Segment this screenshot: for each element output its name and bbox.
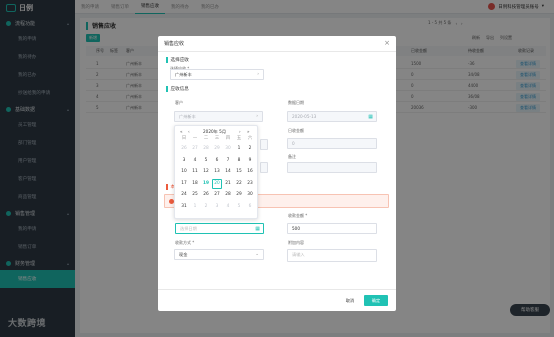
customer-value: 广州新丰 (179, 113, 196, 119)
section-accent (166, 86, 168, 92)
date-cell[interactable]: 24 (179, 190, 189, 200)
section-accent (166, 184, 168, 190)
date-cell[interactable]: 16 (245, 167, 255, 177)
date-cell[interactable]: 29 (212, 144, 222, 154)
date-cell[interactable]: 4 (223, 202, 233, 212)
date-cell[interactable]: 30 (245, 190, 255, 200)
date-cell[interactable]: 28 (201, 144, 211, 154)
date-cell[interactable]: 10 (179, 167, 189, 177)
calendar-icon[interactable]: ▦ (255, 226, 260, 232)
section-select-title: 选择应收 (170, 58, 189, 63)
weekday-header: 四 (225, 136, 231, 141)
date-cell[interactable]: 3 (179, 156, 189, 166)
weekday-header: 日 (181, 136, 187, 141)
collect-date-input[interactable]: 选择日期 ▦ (175, 223, 264, 234)
confirm-button[interactable]: 确定 (364, 295, 388, 306)
attach-textarea[interactable]: 请输入 (287, 249, 377, 262)
date-cell[interactable]: 31 (179, 202, 189, 212)
date-label: 数据日期 (288, 100, 304, 105)
method-select[interactable]: 现金 ⌄ (174, 249, 264, 260)
date-cell[interactable]: 29 (234, 190, 244, 200)
date-cell[interactable]: 3 (212, 202, 222, 212)
date-cell[interactable]: 5 (201, 156, 211, 166)
date-cell[interactable]: 20 (212, 178, 222, 189)
close-icon[interactable]: × (384, 39, 390, 47)
date-cell[interactable]: 26 (179, 144, 189, 154)
date-cell[interactable]: 2 (245, 144, 255, 154)
date-cell[interactable]: 27 (212, 190, 222, 200)
dialog-header: 销售应收 (158, 36, 396, 52)
weekday-header: 一 (192, 136, 198, 141)
weekday-header: 五 (236, 136, 242, 141)
date-cell[interactable]: 26 (201, 190, 211, 200)
weekday-header: 二 (203, 136, 209, 141)
weekday-header: 六 (247, 136, 253, 141)
date-cell[interactable]: 30 (223, 144, 233, 154)
collect-date-placeholder: 选择日期 (180, 225, 197, 231)
collect-amount-label: 收款金额 * (288, 213, 308, 218)
attach-placeholder: 请输入 (292, 252, 305, 257)
hidden-field-a (260, 139, 268, 150)
date-cell[interactable]: 14 (223, 167, 233, 177)
date-cell[interactable]: 13 (212, 167, 222, 177)
dialog-footer: 取消 确定 (158, 289, 396, 311)
date-field: 2020-05-13 ▦ (287, 111, 377, 122)
date-cell[interactable]: 6 (212, 156, 222, 166)
customer-label: 客户 (175, 100, 183, 105)
date-cell[interactable]: 4 (190, 156, 200, 166)
date-value: 2020-05-13 (292, 114, 317, 119)
customer-field: 广州新丰 › (174, 111, 263, 122)
date-cell[interactable]: 9 (245, 156, 255, 166)
order-select[interactable]: 广州新丰 › (170, 69, 264, 80)
date-cell[interactable]: 6 (245, 202, 255, 212)
date-cell[interactable]: 2 (201, 202, 211, 212)
date-cell[interactable]: 1 (234, 144, 244, 154)
amount-value: 0 (292, 141, 295, 146)
date-cell[interactable]: 8 (234, 156, 244, 166)
remark-field (287, 162, 377, 173)
chevron-right-icon: › (256, 114, 258, 119)
method-value: 现金 (179, 251, 188, 257)
section-info: 应收信息 (166, 86, 189, 92)
date-cell[interactable]: 28 (223, 190, 233, 200)
weekday-header: 三 (214, 136, 220, 141)
amount-field: 0 (287, 138, 377, 149)
section-accent (166, 57, 168, 63)
order-select-value: 广州新丰 (175, 71, 192, 77)
date-cell[interactable]: 17 (179, 179, 189, 189)
amount-label: 日收金额 (288, 128, 304, 133)
date-cell[interactable]: 19 (201, 179, 211, 189)
date-cell[interactable]: 18 (190, 179, 200, 189)
date-cell[interactable]: 25 (190, 190, 200, 200)
date-cell[interactable]: 7 (223, 156, 233, 166)
method-label: 收款方式 * (175, 240, 195, 245)
date-cell[interactable]: 22 (234, 179, 244, 189)
calendar-icon: ▦ (368, 113, 373, 120)
chevron-down-icon: ⌄ (255, 252, 259, 257)
date-cell[interactable]: 11 (190, 167, 200, 177)
cancel-button[interactable]: 取消 (338, 295, 362, 306)
collect-amount-value: 500 (292, 226, 300, 231)
dialog-title: 销售应收 (164, 41, 185, 47)
date-cell[interactable]: 21 (223, 179, 233, 189)
attach-label: 附加内容 (288, 240, 304, 245)
section-select: 选择应收 (166, 57, 189, 63)
hidden-field-b (260, 162, 268, 173)
date-picker-popup: « ‹ 2020年 5月 › » 日一二三四五六 26 27 28 29 30 1 2 3 4 5 6… (174, 125, 258, 219)
remark-label: 备注 (288, 154, 296, 159)
section-info-title: 应收信息 (170, 87, 189, 92)
date-cell[interactable]: 15 (234, 167, 244, 177)
date-cell[interactable]: 27 (190, 144, 200, 154)
date-cell[interactable]: 12 (201, 167, 211, 177)
date-cell[interactable]: 5 (234, 202, 244, 212)
collect-amount-input[interactable]: 500 (287, 223, 377, 234)
date-cell[interactable]: 23 (245, 179, 255, 189)
chevron-right-icon: › (257, 72, 259, 77)
date-cell[interactable]: 1 (190, 202, 200, 212)
